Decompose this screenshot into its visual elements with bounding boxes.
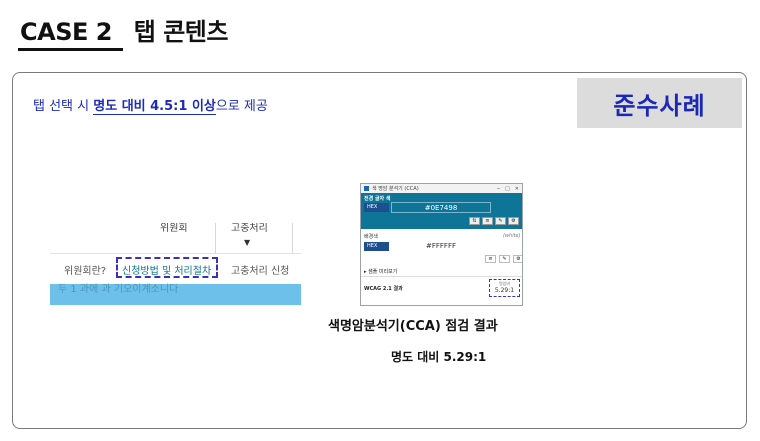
maximize-icon[interactable]: □ — [505, 186, 510, 192]
wcag-result-label: WCAG 2.1 결과 — [364, 286, 403, 292]
foreground-section: 전경 글자 색 HEX #0E7498 ⇅ ≡ ✎ ⚙ — [361, 193, 522, 229]
slide-title: CASE 2 탭 콘텐츠 — [20, 12, 228, 47]
compliance-badge: 준수사례 — [577, 78, 742, 128]
close-icon[interactable]: ✕ — [515, 186, 519, 192]
foreground-tools: ⇅ ≡ ✎ ⚙ — [469, 217, 519, 225]
minimize-icon[interactable]: ─ — [497, 186, 500, 192]
rgb-icon[interactable]: ≡ — [485, 255, 496, 263]
background-hint: (white) — [503, 233, 521, 239]
eyedropper-icon[interactable]: ✎ — [499, 255, 510, 263]
foreground-format-select[interactable]: HEX — [364, 203, 389, 212]
caret-down-icon: ▼ — [244, 238, 251, 247]
tab-about-committee[interactable]: 위원회란? — [64, 262, 106, 277]
divider — [361, 276, 522, 277]
tab-list: 위원회란? 신청방법 및 처리절차 고충처리 신청 — [50, 253, 301, 281]
background-label: 배경색 — [364, 234, 378, 240]
preview-toggle[interactable]: ▸ 샘플 미리보기 — [364, 268, 397, 275]
top-tab-committee[interactable]: 위원회 — [160, 223, 188, 234]
rgb-icon[interactable]: ≡ — [482, 217, 493, 225]
desc-prefix: 탭 선택 시 — [33, 99, 94, 114]
title-underline — [18, 48, 123, 51]
settings-icon[interactable]: ⚙ — [508, 217, 519, 225]
slide-title-topic: 탭 콘텐츠 — [133, 18, 229, 46]
top-tab-grievance[interactable]: 고충처리 — [231, 223, 268, 234]
contrast-ratio: 5.29:1 — [494, 287, 515, 294]
swap-icon[interactable]: ⇅ — [469, 217, 480, 225]
caption-contrast: 명도 대비 5.29:1 — [391, 350, 487, 364]
cca-title: 색 명암 분석기 (CCA) — [372, 186, 419, 192]
tab-top-row: 위원회 고충처리 ▼ — [50, 223, 301, 253]
slide-title-case: CASE 2 — [20, 18, 112, 46]
content-bar: 두 1 과에 과 기오이계소니다 — [50, 284, 301, 305]
tab-divider — [292, 223, 293, 253]
foreground-label: 전경 글자 색 — [364, 196, 391, 202]
contrast-ratio-box: 명암비 5.29:1 — [489, 279, 520, 297]
cca-titlebar: 색 명암 분석기 (CCA) ─ □ ✕ — [361, 184, 522, 193]
description: 탭 선택 시 명도 대비 4.5:1 이상으로 제공 — [33, 95, 268, 115]
tab-screenshot: 위원회 고충처리 ▼ 위원회란? 신청방법 및 처리절차 고충처리 신청 두 1… — [50, 223, 301, 305]
tab-application-process[interactable]: 신청방법 및 처리절차 — [122, 262, 211, 277]
faded-content-text: 두 1 과에 과 기오이계소니다 — [58, 284, 179, 295]
app-icon — [364, 186, 369, 191]
caption-tool-result: 색명암분석기(CCA) 점검 결과 — [328, 319, 498, 334]
background-value-input[interactable]: #FFFFFF — [391, 241, 491, 252]
content-panel: 탭 선택 시 명도 대비 4.5:1 이상으로 제공 준수사례 위원회 고충처리… — [12, 72, 747, 429]
background-tools: ≡ ✎ ⚙ — [485, 255, 522, 263]
cca-window: 색 명암 분석기 (CCA) ─ □ ✕ 전경 글자 색 HEX #0E7498… — [360, 183, 523, 306]
settings-icon[interactable]: ⚙ — [513, 255, 522, 263]
tab-divider — [215, 223, 216, 253]
foreground-value-input[interactable]: #0E7498 — [391, 202, 491, 213]
desc-suffix: 으로 제공 — [215, 99, 268, 114]
window-controls: ─ □ ✕ — [497, 186, 519, 192]
background-format-select[interactable]: HEX — [364, 242, 389, 251]
eyedropper-icon[interactable]: ✎ — [495, 217, 506, 225]
desc-highlight: 명도 대비 4.5:1 이상 — [93, 99, 216, 115]
tab-grievance-request[interactable]: 고충처리 신청 — [231, 262, 289, 277]
